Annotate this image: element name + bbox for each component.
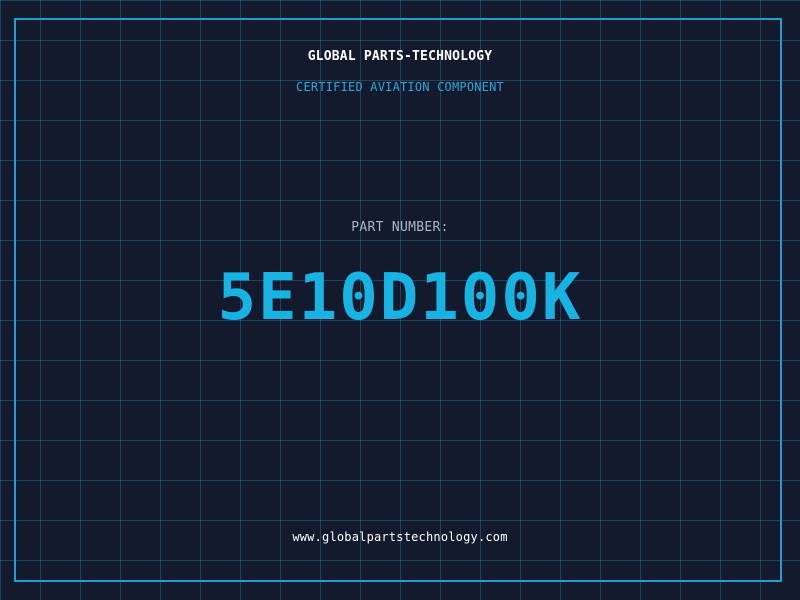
certification-tagline: CERTIFIED AVIATION COMPONENT	[296, 80, 504, 94]
part-number-label: PART NUMBER:	[351, 220, 449, 235]
part-number-value: 5E10D100K	[217, 261, 583, 335]
company-name: GLOBAL PARTS-TECHNOLOGY	[307, 49, 493, 64]
website-url: www.globalpartstechnology.com	[292, 530, 508, 544]
